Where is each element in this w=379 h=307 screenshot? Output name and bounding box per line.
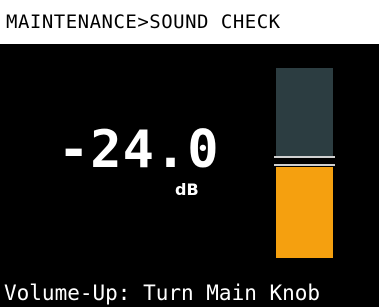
level-meter-fill	[276, 167, 333, 258]
level-readout-unit: dB	[175, 180, 199, 199]
breadcrumb: MAINTENANCE>SOUND CHECK	[6, 11, 281, 33]
level-meter-track	[276, 68, 333, 156]
hint-text: Volume-Up: Turn Main Knob	[4, 281, 321, 305]
level-meter-marker	[274, 156, 335, 166]
sound-check-screen: MAINTENANCE>SOUND CHECK -24.0 dB Volume-…	[0, 0, 379, 307]
level-readout-value: -24.0	[58, 120, 220, 180]
title-bar: MAINTENANCE>SOUND CHECK	[0, 0, 379, 44]
level-meter	[274, 68, 335, 258]
